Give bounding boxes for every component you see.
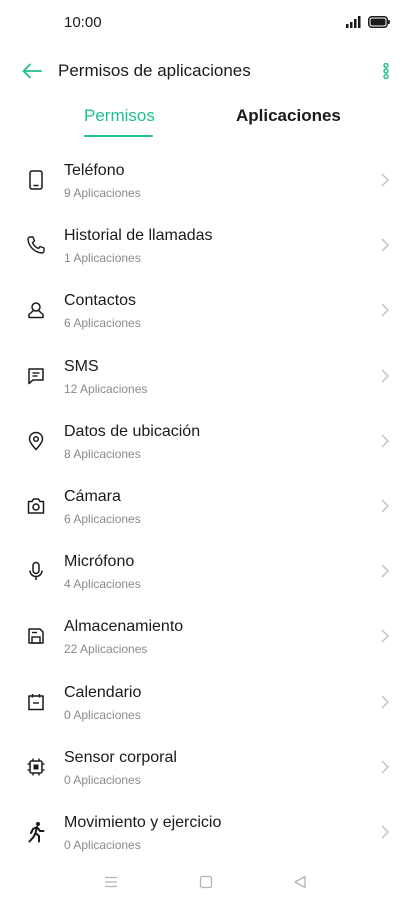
list-item-camara[interactable]: Cámara 6 Aplicaciones [0,474,412,539]
calendar-icon [24,690,48,714]
list-item-almacenamiento[interactable]: Almacenamiento 22 Aplicaciones [0,604,412,669]
home-nav-button[interactable] [194,872,218,892]
item-subtitle: 6 Aplicaciones [64,316,141,331]
item-title: Almacenamiento [64,618,184,636]
back-triangle-icon [294,875,306,889]
item-title: Datos de ubicación [64,422,201,440]
chevron-right-icon [381,760,390,774]
activity-icon [24,820,48,844]
camera-icon [24,494,48,518]
chevron-right-icon [381,825,390,839]
list-item-movimiento-ejercicio[interactable]: Movimiento y ejercicio 0 Aplicaciones [0,800,412,865]
item-title: Teléfono [64,162,125,179]
active-tab-indicator [84,135,153,137]
item-subtitle: 8 Aplicaciones [64,446,141,461]
list-item-sensor-corporal[interactable]: Sensor corporal 0 Aplicaciones [0,735,412,800]
signal-icon [346,15,362,33]
list-item-historial-llamadas[interactable]: Historial de llamadas 1 Aplicaciones [0,213,412,278]
item-title: Contactos [64,292,137,310]
chevron-right-icon [381,238,390,252]
list-item-contactos[interactable]: Contactos 6 Aplicaciones [0,278,412,343]
item-title: Calendario [64,683,142,701]
item-title: Historial de llamadas [64,227,213,245]
item-title: Sensor corporal [64,748,177,766]
status-icons [346,15,390,33]
page-title: Permisos de aplicaciones [58,61,251,80]
menu-nav-button[interactable] [99,872,123,892]
list-item-sms[interactable]: SMS 12 Aplicaciones [0,344,412,409]
tab-permisos[interactable]: Permisos [84,106,155,126]
chevron-right-icon [381,369,390,383]
item-subtitle: 1 Aplicaciones [64,251,141,266]
chevron-right-icon [381,694,390,709]
more-options-button[interactable] [380,60,392,82]
item-subtitle: 22 Aplicaciones [64,642,148,657]
item-subtitle: 9 Aplicaciones [64,186,141,200]
chevron-right-icon [381,499,390,513]
call-log-icon [24,233,48,257]
item-subtitle: 6 Aplicaciones [64,511,141,526]
location-icon [24,429,48,453]
list-item-telefono[interactable]: Teléfono 9 Aplicaciones [0,148,412,213]
tab-aplicaciones[interactable]: Aplicaciones [236,106,341,126]
more-vertical-icon [383,63,389,79]
system-nav-bar [0,858,412,906]
status-time: 10:00 [64,14,102,31]
chevron-right-icon [381,434,390,448]
back-button[interactable] [18,59,46,83]
microphone-icon [24,559,48,583]
back-nav-button[interactable] [288,872,312,892]
phone-icon [24,168,48,192]
list-item-microfono[interactable]: Micrófono 4 Aplicaciones [0,539,412,604]
back-arrow-icon [22,63,42,79]
contacts-icon [24,298,48,322]
permission-list: Teléfono 9 Aplicaciones Historial de lla… [0,148,412,865]
chevron-right-icon [381,564,390,578]
storage-icon [24,624,48,648]
item-title: Micrófono [64,553,135,571]
home-square-icon [199,875,213,889]
item-subtitle: 0 Aplicaciones [64,837,141,852]
chevron-right-icon [381,303,390,317]
item-title: Cámara [64,487,121,505]
item-subtitle: 0 Aplicaciones [64,707,141,722]
chevron-right-icon [381,629,390,643]
item-subtitle: 0 Aplicaciones [64,772,141,787]
sms-icon [24,364,48,388]
body-sensor-icon [24,755,48,779]
tab-bar: Permisos Aplicaciones [0,100,412,142]
item-title: Movimiento y ejercicio [64,813,222,831]
battery-icon [368,15,390,33]
item-subtitle: 4 Aplicaciones [64,577,141,592]
app-header: Permisos de aplicaciones [0,50,412,92]
list-item-ubicacion[interactable]: Datos de ubicación 8 Aplicaciones [0,409,412,474]
item-title: SMS [64,357,99,375]
menu-icon [105,876,117,888]
list-item-calendario[interactable]: Calendario 0 Aplicaciones [0,670,412,735]
status-bar: 10:00 [0,0,412,46]
chevron-right-icon [381,173,390,187]
item-subtitle: 12 Aplicaciones [64,381,148,396]
